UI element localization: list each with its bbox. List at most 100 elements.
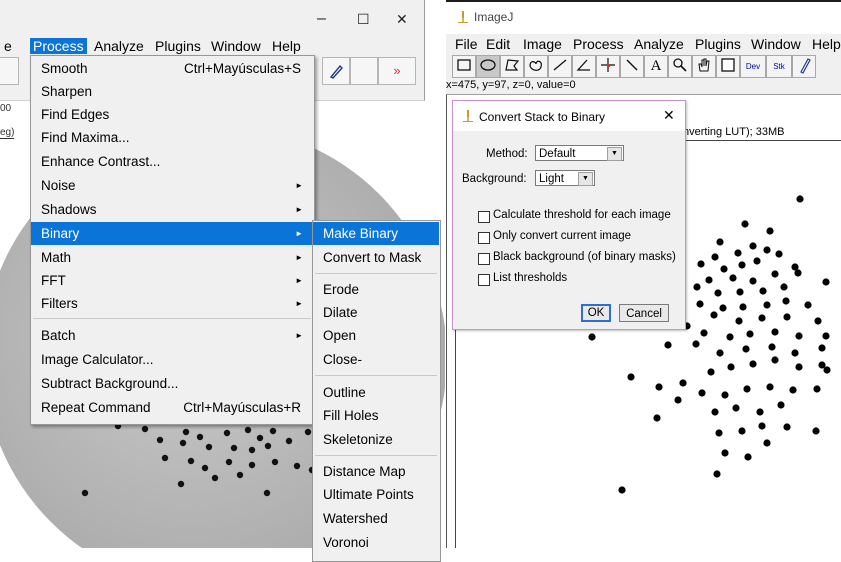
checkbox-label: Only convert current image: [493, 230, 632, 242]
method-dropdown[interactable]: Default ▼: [535, 145, 624, 161]
pencil-icon: [329, 64, 343, 79]
particle-dot: [726, 333, 734, 341]
menu-item-smooth[interactable]: Smooth Ctrl+Mayúsculas+S: [31, 57, 312, 80]
menu-analyze[interactable]: Analyze: [94, 38, 144, 54]
menu-item-binary[interactable]: Binary ►: [31, 222, 312, 245]
menu-help[interactable]: Help: [272, 38, 301, 54]
checkbox-calculate-threshold[interactable]: [478, 211, 490, 223]
menu-window[interactable]: Window: [751, 36, 801, 52]
cancel-button[interactable]: Cancel: [619, 304, 669, 322]
menu-item-subtract-background[interactable]: Subtract Background...: [31, 372, 312, 395]
line-tool[interactable]: [0, 57, 19, 85]
zoom-tool[interactable]: [668, 55, 692, 78]
freehand-icon: [529, 60, 542, 71]
menu-item-batch[interactable]: Batch ►: [31, 324, 312, 347]
submenu-item-convert-to-mask[interactable]: Convert to Mask: [313, 246, 439, 269]
menu-item-filters[interactable]: Filters ►: [31, 292, 312, 315]
menu-edit[interactable]: Edit: [486, 36, 510, 52]
submenu-item-dilate[interactable]: Dilate: [313, 301, 439, 324]
particle-dot: [264, 442, 272, 450]
menu-item-find-maxima[interactable]: Find Maxima...: [31, 126, 312, 149]
menu-item-label: Binary: [41, 226, 80, 241]
submenu-item-ultimate-points[interactable]: Ultimate Points: [313, 483, 439, 506]
particle-dot: [771, 270, 779, 278]
dev-menu-tool[interactable]: Dev: [740, 55, 766, 78]
wand-tool[interactable]: [620, 55, 644, 78]
maximize-button[interactable]: ☐: [357, 11, 370, 28]
rectangle-tool[interactable]: [452, 55, 476, 78]
particle-dot: [783, 423, 791, 431]
menu-item-label: Dilate: [323, 305, 358, 320]
menu-file[interactable]: File: [455, 36, 478, 52]
oval-tool[interactable]: [476, 55, 500, 78]
brush-tool[interactable]: [792, 55, 816, 78]
particle-dot: [783, 313, 791, 321]
particle-dot: [653, 414, 661, 422]
submenu-item-open[interactable]: Open: [313, 324, 439, 347]
empty-tool-slot[interactable]: [350, 57, 378, 85]
scroll-tool[interactable]: [692, 55, 716, 78]
more-tools-button[interactable]: »: [378, 57, 416, 85]
ok-button[interactable]: OK: [581, 304, 611, 322]
text-tool[interactable]: A: [644, 55, 668, 78]
particle-dot: [822, 278, 830, 286]
polygon-tool[interactable]: [500, 55, 524, 78]
angle-tool[interactable]: [572, 55, 596, 78]
particle-dot: [710, 311, 718, 319]
dialog-titlebar: Convert Stack to Binary ✕: [453, 101, 685, 131]
checkbox-list-thresholds[interactable]: [478, 274, 490, 286]
menu-item-label: Distance Map: [323, 464, 406, 479]
menu-plugins[interactable]: Plugins: [695, 36, 741, 52]
particle-dot: [141, 425, 149, 433]
menu-process[interactable]: Process: [30, 38, 87, 54]
submenu-item-fill-holes[interactable]: Fill Holes: [313, 404, 439, 427]
menu-item-shadows[interactable]: Shadows ►: [31, 198, 312, 221]
color-picker-tool[interactable]: [716, 55, 740, 78]
menu-window[interactable]: Window: [211, 38, 261, 54]
submenu-item-erode[interactable]: Erode: [313, 278, 439, 301]
menu-analyze[interactable]: Analyze: [634, 36, 684, 52]
particle-dot: [674, 396, 682, 404]
dialog-close-button[interactable]: ✕: [663, 107, 675, 124]
menu-item-sharpen[interactable]: Sharpen: [31, 80, 312, 103]
submenu-item-distance-map[interactable]: Distance Map: [313, 460, 439, 483]
pencil-tool[interactable]: [322, 57, 350, 85]
particle-dot: [756, 408, 764, 416]
menu-edit-partial[interactable]: e: [4, 38, 12, 54]
menu-item-label: Batch: [41, 328, 76, 343]
menu-item-repeat-command[interactable]: Repeat Command Ctrl+Mayúsculas+R: [31, 396, 312, 419]
close-button[interactable]: ✕: [396, 11, 408, 28]
particle-dot: [256, 434, 264, 442]
submenu-item-watershed[interactable]: Watershed: [313, 507, 439, 530]
menu-process[interactable]: Process: [573, 36, 624, 52]
point-tool[interactable]: [596, 55, 620, 78]
menu-help[interactable]: Help: [812, 36, 841, 52]
checkbox-only-current[interactable]: [478, 232, 490, 244]
menu-item-enhance-contrast[interactable]: Enhance Contrast...: [31, 150, 312, 173]
submenu-item-skeletonize[interactable]: Skeletonize: [313, 428, 439, 451]
checkbox-black-background[interactable]: [478, 253, 490, 265]
particle-dot: [732, 404, 740, 412]
menu-item-noise[interactable]: Noise ►: [31, 174, 312, 197]
particle-dot: [729, 274, 737, 282]
menu-image[interactable]: Image: [523, 36, 562, 52]
particle-dot: [664, 341, 672, 349]
menu-item-math[interactable]: Math ►: [31, 246, 312, 269]
submenu-item-close[interactable]: Close-: [313, 348, 439, 371]
menu-item-fft[interactable]: FFT ►: [31, 269, 312, 292]
particle-dot: [746, 330, 754, 338]
submenu-item-voronoi[interactable]: Voronoi: [313, 531, 439, 554]
freehand-tool[interactable]: [524, 55, 548, 78]
submenu-item-outline[interactable]: Outline: [313, 381, 439, 404]
menu-plugins[interactable]: Plugins: [155, 38, 201, 54]
line-tool[interactable]: [548, 55, 572, 78]
menu-item-label: Outline: [323, 385, 366, 400]
menu-item-image-calculator[interactable]: Image Calculator...: [31, 348, 312, 371]
submenu-item-make-binary[interactable]: Make Binary: [313, 222, 439, 245]
menu-item-find-edges[interactable]: Find Edges: [31, 103, 312, 126]
minimize-button[interactable]: –: [317, 10, 326, 28]
menu-item-accel: Ctrl+Mayúsculas+S: [183, 61, 301, 76]
particle-dot: [196, 433, 204, 441]
background-dropdown[interactable]: Light ▼: [535, 170, 595, 186]
stk-menu-tool[interactable]: Stk: [766, 55, 792, 78]
